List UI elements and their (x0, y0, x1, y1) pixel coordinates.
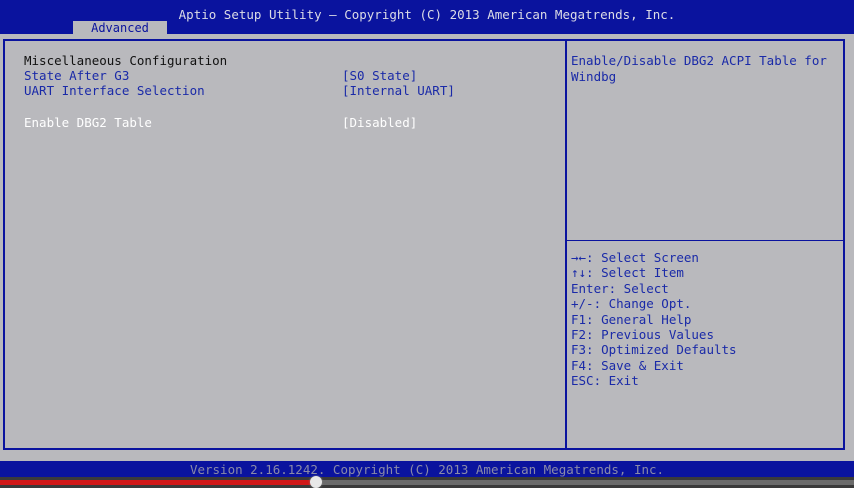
setting-label: Enable DBG2 Table (24, 115, 152, 130)
setting-label: UART Interface Selection (24, 83, 205, 98)
key-hint-general-help: F1: General Help (571, 311, 692, 327)
video-progress-bar[interactable] (0, 476, 854, 488)
version-text: Version 2.16.1242. Copyright (C) 2013 Am… (189, 462, 665, 477)
key-hint-enter: Enter: Select (571, 280, 669, 296)
setting-value[interactable]: [Disabled] (342, 115, 417, 130)
tab-advanced[interactable]: Advanced (73, 21, 167, 35)
key-hint-select-screen: →←: Select Screen (571, 250, 699, 265)
key-hint-select-item: ↑↓: Select Item (571, 265, 684, 281)
setting-value[interactable]: [Internal UART] (342, 83, 455, 98)
app-title: Aptio Setup Utility – Copyright (C) 2013… (178, 7, 676, 22)
setting-uart-interface-selection[interactable]: UART Interface Selection [Internal UART] (24, 83, 544, 98)
key-hint-optimized-defaults: F3: Optimized Defaults (571, 342, 737, 358)
progress-played (0, 480, 316, 485)
footer-bar: Version 2.16.1242. Copyright (C) 2013 Am… (0, 461, 854, 477)
scrubber-handle[interactable] (310, 476, 322, 488)
help-divider (567, 240, 845, 241)
panel-divider (565, 39, 567, 450)
setting-label: State After G3 (24, 68, 130, 83)
help-description: Enable/Disable DBG2 ACPI Table for Windb… (571, 53, 835, 84)
key-legend: →←: Select Screen ↑↓: Select Item Enter:… (571, 250, 841, 389)
title-bar: Aptio Setup Utility – Copyright (C) 2013… (0, 0, 854, 35)
bios-setup-screen: Aptio Setup Utility – Copyright (C) 2013… (0, 0, 854, 488)
setting-state-after-g3[interactable]: State After G3 [S0 State] (24, 68, 544, 83)
key-hint-save-exit: F4: Save & Exit (571, 357, 684, 373)
progress-remaining (316, 480, 854, 485)
setting-value[interactable]: [S0 State] (342, 68, 417, 83)
key-hint-esc-exit: ESC: Exit (571, 373, 639, 389)
key-hint-previous-values: F2: Previous Values (571, 326, 714, 342)
section-title: Miscellaneous Configuration (24, 53, 228, 68)
key-hint-change-opt: +/-: Change Opt. (571, 296, 692, 312)
setting-enable-dbg2-table[interactable]: Enable DBG2 Table [Disabled] (24, 115, 544, 130)
